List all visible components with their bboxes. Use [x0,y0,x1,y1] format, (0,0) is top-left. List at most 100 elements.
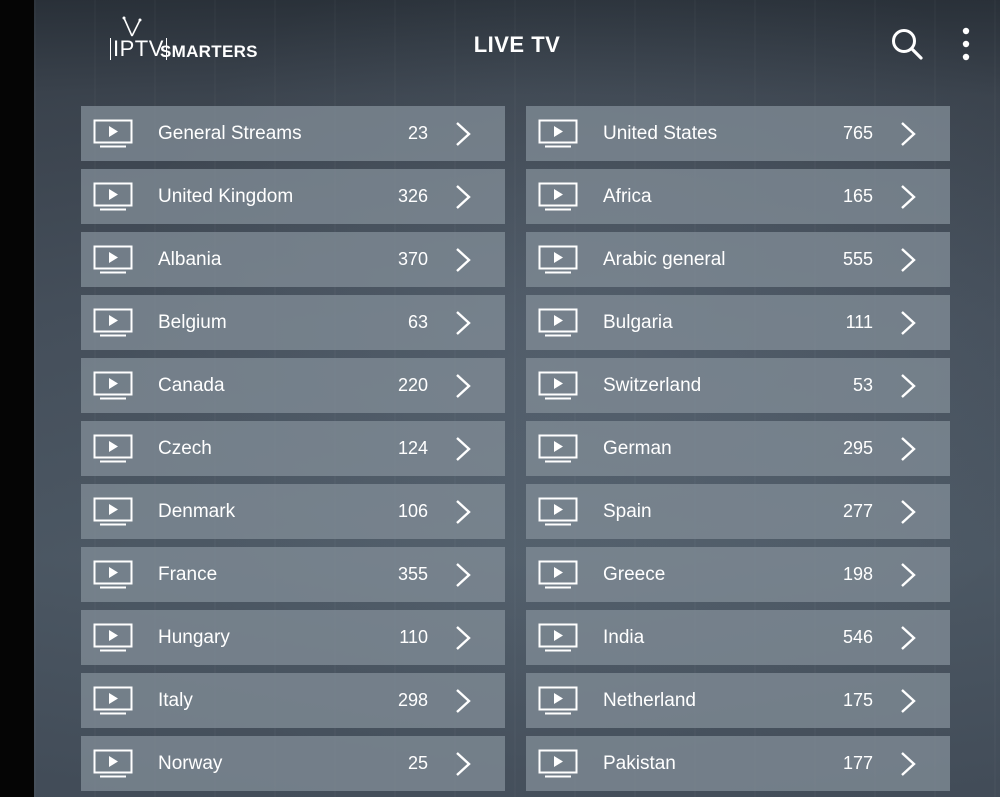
category-item[interactable]: France 355 [81,547,505,602]
tv-play-icon [93,623,133,652]
chevron-right-icon [456,689,471,713]
tv-play-icon [538,749,578,778]
category-item[interactable]: Netherland 175 [526,673,950,728]
tv-play-icon [93,434,133,463]
page-title: LIVE TV [473,32,561,57]
category-name: Denmark [158,501,236,522]
category-item[interactable]: Canada 220 [81,358,505,413]
category-item[interactable]: Spain 277 [526,484,950,539]
category-item[interactable]: Czech 124 [81,421,505,476]
category-name: France [158,564,218,585]
channel-count: 175 [842,690,873,710]
category-item[interactable]: Bulgaria 111 [526,295,950,350]
category-name: Netherland [603,690,696,711]
category-name: Switzerland [603,375,702,396]
chevron-right-icon [901,563,916,587]
chevron-right-icon [456,437,471,461]
category-name: Arabic general [603,249,726,270]
channel-count: 106 [397,501,428,521]
chevron-right-icon [901,248,916,272]
tv-play-icon [538,371,578,400]
category-item[interactable]: German 295 [526,421,950,476]
category-item[interactable]: Italy 298 [81,673,505,728]
channel-count: 298 [397,690,428,710]
channel-count: 63 [407,312,428,332]
tv-play-icon [93,245,133,274]
more-vertical-icon[interactable] [956,26,976,66]
category-name: United Kingdom [158,186,294,207]
left-bezel [0,0,34,797]
chevron-right-icon [456,500,471,524]
chevron-right-icon [456,563,471,587]
category-item[interactable]: Pakistan 177 [526,736,950,791]
category-item[interactable]: Switzerland 53 [526,358,950,413]
chevron-right-icon [901,689,916,713]
tv-play-icon [538,560,578,589]
app-header: IPTV SMARTERS LIVE TV [34,0,1000,95]
tv-play-icon [538,497,578,526]
category-name: Belgium [158,312,227,333]
channel-count: 23 [407,123,428,143]
chevron-right-icon [901,437,916,461]
channel-count: 355 [397,564,428,584]
tv-play-icon [93,119,133,148]
category-name: Czech [158,438,212,459]
chevron-right-icon [456,311,471,335]
category-item[interactable]: India 546 [526,610,950,665]
tv-play-icon [93,308,133,337]
category-name: Bulgaria [603,312,673,333]
category-item[interactable]: Belgium 63 [81,295,505,350]
tv-play-icon [93,497,133,526]
tv-play-icon [93,182,133,211]
channel-count: 124 [397,438,428,458]
channel-count: 370 [397,249,428,269]
category-item[interactable]: Arabic general 555 [526,232,950,287]
category-item[interactable]: Albania 370 [81,232,505,287]
tv-play-icon [538,623,578,652]
chevron-right-icon [901,500,916,524]
channel-count: 326 [397,186,428,206]
channel-count: 111 [845,312,873,332]
channel-count: 546 [842,627,873,647]
category-item[interactable]: Africa 165 [526,169,950,224]
chevron-right-icon [901,185,916,209]
chevron-right-icon [456,185,471,209]
category-item[interactable]: General Streams 23 [81,106,505,161]
tv-play-icon [538,686,578,715]
channel-count: 765 [842,123,873,143]
chevron-right-icon [901,626,916,650]
chevron-right-icon [456,626,471,650]
category-name: Hungary [158,627,230,648]
category-name: General Streams [158,123,302,144]
category-item[interactable]: United Kingdom 326 [81,169,505,224]
category-item[interactable]: Norway 25 [81,736,505,791]
category-item[interactable]: Denmark 106 [81,484,505,539]
category-name: Africa [603,186,652,207]
category-item[interactable]: Greece 198 [526,547,950,602]
category-name: India [603,627,645,648]
channel-count: 165 [842,186,873,206]
tv-play-icon [93,560,133,589]
channel-count: 25 [407,753,428,773]
channel-count: 295 [842,438,873,458]
tv-play-icon [538,245,578,274]
category-item[interactable]: Hungary 110 [81,610,505,665]
chevron-right-icon [456,248,471,272]
category-name: United States [603,123,718,144]
chevron-right-icon [901,752,916,776]
category-name: German [603,438,672,459]
category-name: Albania [158,249,222,270]
channel-count: 177 [842,753,873,773]
category-name: Greece [603,564,666,585]
chevron-right-icon [456,122,471,146]
tv-play-icon [538,308,578,337]
tv-play-icon [93,371,133,400]
chevron-right-icon [901,311,916,335]
channel-count: 53 [852,375,873,395]
tv-play-icon [538,434,578,463]
search-icon[interactable] [889,26,925,62]
category-name: Italy [158,690,193,711]
category-item[interactable]: United States 765 [526,106,950,161]
tv-play-icon [538,119,578,148]
channel-count: 220 [397,375,428,395]
